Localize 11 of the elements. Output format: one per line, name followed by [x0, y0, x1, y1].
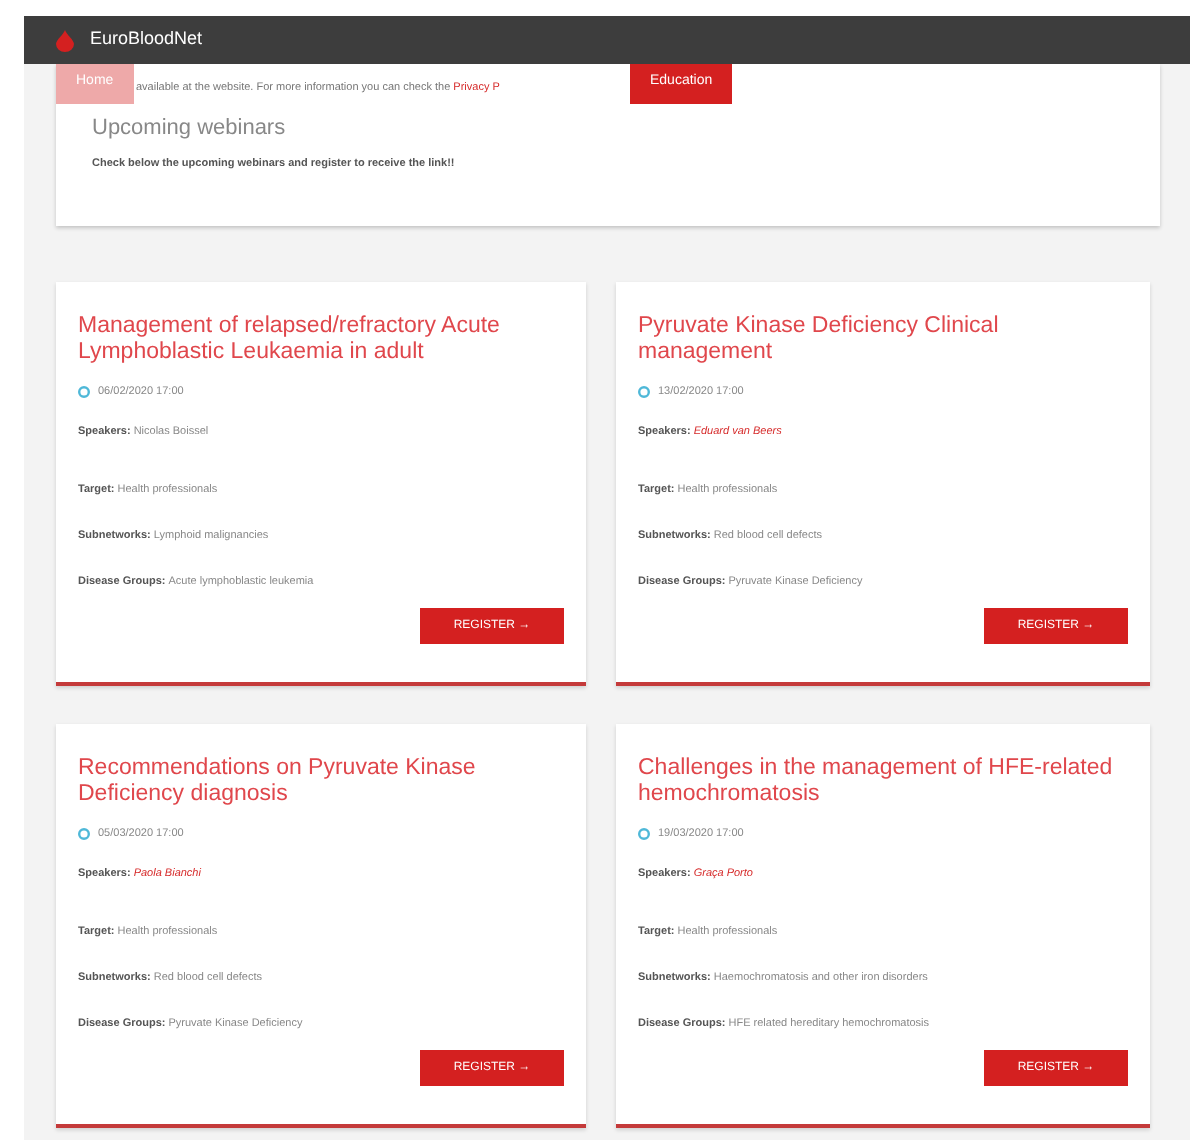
clock-icon: [638, 386, 650, 399]
clock-icon: [78, 828, 90, 841]
blood-drop-logo-icon: [56, 29, 74, 51]
webinar-title[interactable]: Pyruvate Kinase Deficiency Clinical management: [638, 314, 1128, 370]
webinar-title[interactable]: Recommendations on Pyruvate Kinase Deficiency diagnosis: [78, 756, 564, 812]
brand-name[interactable]: EuroBloodNet: [90, 26, 203, 54]
clock-icon: [638, 828, 650, 841]
webinar-title[interactable]: Management of relapsed/refractory Acute Lymphoblastic Leukaemia in adult: [78, 314, 564, 370]
webinar-title[interactable]: Challenges in the management of HFE-related hemochromatosis: [638, 756, 1128, 812]
section-title: Upcoming webinars: [92, 114, 288, 145]
clock-icon: [78, 386, 90, 399]
